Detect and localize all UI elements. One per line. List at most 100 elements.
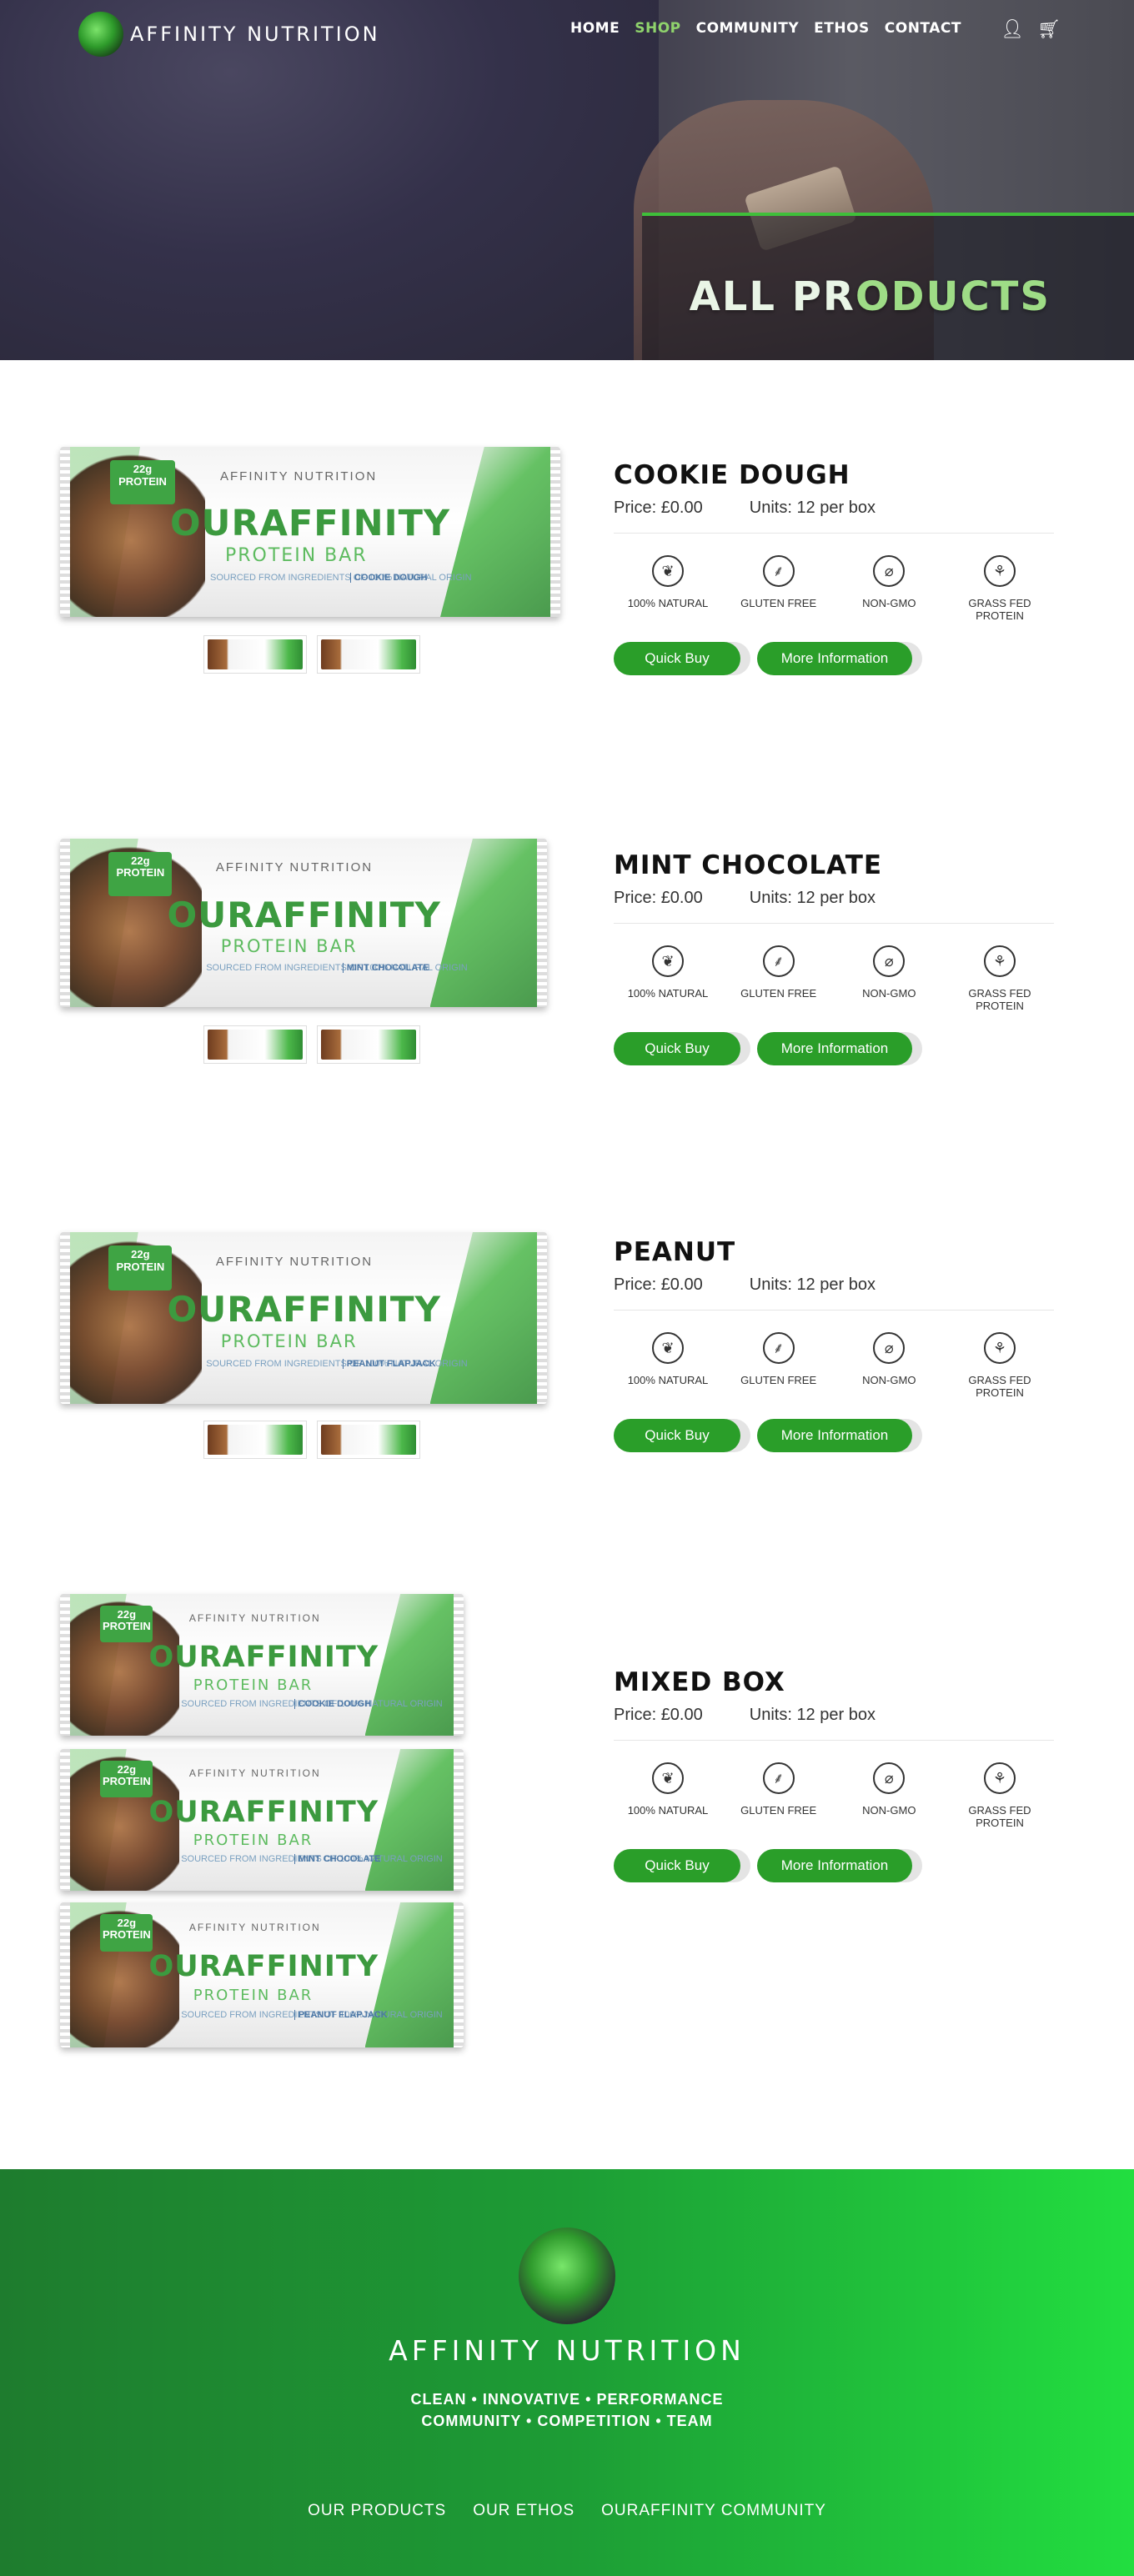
page-title-accent: ODUCTS <box>855 273 1051 320</box>
feature-item: ⚘ GRASS FED PROTEIN <box>946 1332 1054 1399</box>
feature-list: ❦ 100% NATURAL ⸙ GLUTEN FREE ⌀ NON-GMO ⚘ GRASS … <box>614 555 1054 622</box>
basket-icon[interactable]: 🛒︎ <box>1037 18 1061 40</box>
pack-subtitle: PROTEIN BAR <box>225 545 368 567</box>
user-icon[interactable]: 👤︎ <box>1001 18 1024 40</box>
logo-text: AFFINITY NUTRITION <box>130 23 380 46</box>
wrapper-edge <box>454 1594 464 1736</box>
feature-label: GRASS FED PROTEIN <box>968 1804 1031 1829</box>
feature-item: ❦ 100% NATURAL <box>614 555 722 622</box>
price-label: Price: <box>614 499 657 517</box>
thumbnail[interactable] <box>317 635 420 674</box>
wrapper-edge <box>537 839 547 1007</box>
quick-buy-button[interactable]: Quick Buy <box>614 1419 740 1452</box>
pack-brand: OURAFFINITY <box>170 503 451 545</box>
pack-brand: OURAFFINITY <box>167 894 441 935</box>
protein-badge: 22g PROTEIN <box>108 852 173 896</box>
product-image[interactable]: 22g PROTEIN AFFINITY NUTRITION OURAFFINITY… <box>60 447 560 617</box>
wrapper-green-right <box>440 447 550 617</box>
main-nav: HOME SHOP COMMUNITY ETHOS CONTACT <box>570 20 976 37</box>
units-label: Units: <box>749 499 792 517</box>
pack-brand-small: AFFINITY NUTRITION <box>215 860 374 875</box>
price: Price: £0.00 <box>614 499 703 518</box>
price-label: Price: <box>614 1706 657 1724</box>
feature-label: GLUTEN FREE <box>740 987 817 1000</box>
quick-buy-button[interactable]: Quick Buy <box>614 1849 740 1882</box>
feature-list: ❦ 100% NATURAL ⸙ GLUTEN FREE ⌀ NON-GMO ⚘ GRASS … <box>614 1762 1054 1829</box>
wrapper-edge <box>454 1749 464 1891</box>
thumbnail[interactable] <box>317 1421 420 1459</box>
divider <box>614 533 1054 534</box>
thumbnail[interactable] <box>317 1025 420 1064</box>
product-title: COOKIE DOUGH <box>614 460 850 490</box>
quick-buy-button[interactable]: Quick Buy <box>614 1032 740 1065</box>
protein-badge: 22g PROTEIN <box>100 1760 153 1797</box>
price-row: Price: £0.00 Units: 12 per box <box>614 1275 1054 1295</box>
product-actions: Quick Buy More Information <box>614 642 1054 675</box>
product-title: MINT CHOCOLATE <box>614 850 883 880</box>
pack-flavour: PEANUT FLAPJACK <box>342 1359 436 1370</box>
site-logo[interactable]: AFFINITY NUTRITION <box>78 12 380 57</box>
non-gmo-icon: ⌀ <box>873 1332 906 1364</box>
grass-icon: ⚘ <box>983 1762 1016 1794</box>
feature-item: ⸙ GLUTEN FREE <box>725 1762 833 1829</box>
footer-link-community[interactable]: OURAFFINITY COMMUNITY <box>601 2502 826 2520</box>
price-label: Price: <box>614 889 657 907</box>
nav-ethos[interactable]: ETHOS <box>814 20 870 37</box>
product-image[interactable]: 22g PROTEIN AFFINITY NUTRITION OURAFFINITY… <box>60 1902 464 2047</box>
nav-home[interactable]: HOME <box>570 20 620 37</box>
more-information-button[interactable]: More Information <box>757 642 912 675</box>
nav-shop[interactable]: SHOP <box>635 20 680 37</box>
feature-item: ❦ 100% NATURAL <box>614 1762 722 1829</box>
product-image[interactable]: 22g PROTEIN AFFINITY NUTRITION OURAFFINITY… <box>60 839 547 1007</box>
more-information-button[interactable]: More Information <box>757 1032 912 1065</box>
feature-item: ⌀ NON-GMO <box>835 945 943 1012</box>
quick-buy-button[interactable]: Quick Buy <box>614 642 740 675</box>
pack-subtitle: PROTEIN BAR <box>193 1676 314 1694</box>
feature-list: ❦ 100% NATURAL ⸙ GLUTEN FREE ⌀ NON-GMO ⚘ GRASS … <box>614 1332 1054 1399</box>
product-thumbnails <box>203 1025 420 1064</box>
feature-item: ⌀ NON-GMO <box>835 1332 943 1399</box>
feature-item: ⚘ GRASS FED PROTEIN <box>946 555 1054 622</box>
protein-badge: 22g PROTEIN <box>100 1913 153 1952</box>
units-value: 12 per box <box>796 889 876 907</box>
footer-link-products[interactable]: OUR PRODUCTS <box>308 2502 446 2520</box>
feature-item: ⸙ GLUTEN FREE <box>725 555 833 622</box>
thumbnail[interactable] <box>203 635 307 674</box>
units-label: Units: <box>749 1706 792 1724</box>
price-value: £0.00 <box>660 1706 703 1724</box>
feature-label: 100% NATURAL <box>627 597 709 609</box>
pack-subtitle: PROTEIN BAR <box>220 1331 358 1352</box>
units-value: 12 per box <box>796 1706 876 1724</box>
leaf-icon: ❦ <box>652 555 684 587</box>
product-title: PEANUT <box>614 1237 736 1267</box>
more-information-button[interactable]: More Information <box>757 1849 912 1882</box>
feature-item: ❦ 100% NATURAL <box>614 945 722 1012</box>
footer-links: OUR PRODUCTS OUR ETHOS OURAFFINITY COMMU… <box>0 2502 1134 2520</box>
feature-item: ⌀ NON-GMO <box>835 555 943 622</box>
pack-brand-small: AFFINITY NUTRITION <box>220 469 378 484</box>
nav-community[interactable]: COMMUNITY <box>696 20 800 37</box>
footer-tagline: CLEAN • INNOVATIVE • PERFORMANCE COMMUNI… <box>0 2388 1134 2432</box>
product-info: MINT CHOCOLATE Price: £0.00 Units: 12 per … <box>614 850 1054 1065</box>
protein-badge: 22g PROTEIN <box>108 1245 173 1291</box>
product-actions: Quick Buy More Information <box>614 1032 1054 1065</box>
thumbnail[interactable] <box>203 1025 307 1064</box>
price: Price: £0.00 <box>614 1706 703 1725</box>
non-gmo-icon: ⌀ <box>873 1762 906 1794</box>
units: Units: 12 per box <box>750 1706 876 1725</box>
product-image[interactable]: 22g PROTEIN AFFINITY NUTRITION OURAFFINITY… <box>60 1749 464 1891</box>
footer-link-ethos[interactable]: OUR ETHOS <box>473 2502 575 2520</box>
wrapper-green-right <box>429 1232 537 1404</box>
product-image[interactable]: 22g PROTEIN AFFINITY NUTRITION OURAFFINITY… <box>60 1594 464 1736</box>
nav-contact[interactable]: CONTACT <box>885 20 961 37</box>
grass-icon: ⚘ <box>983 1332 1016 1364</box>
product-image[interactable]: 22g PROTEIN AFFINITY NUTRITION OURAFFINITY… <box>60 1232 547 1404</box>
thumbnail[interactable] <box>203 1421 307 1459</box>
pack-brand: OURAFFINITY <box>148 1950 379 1984</box>
price: Price: £0.00 <box>614 889 703 908</box>
price-label: Price: <box>614 1275 657 1294</box>
more-information-button[interactable]: More Information <box>757 1419 912 1452</box>
wrapper-edge <box>60 839 70 1007</box>
wrapper-edge <box>60 1232 70 1404</box>
wrapper-edge <box>537 1232 547 1404</box>
